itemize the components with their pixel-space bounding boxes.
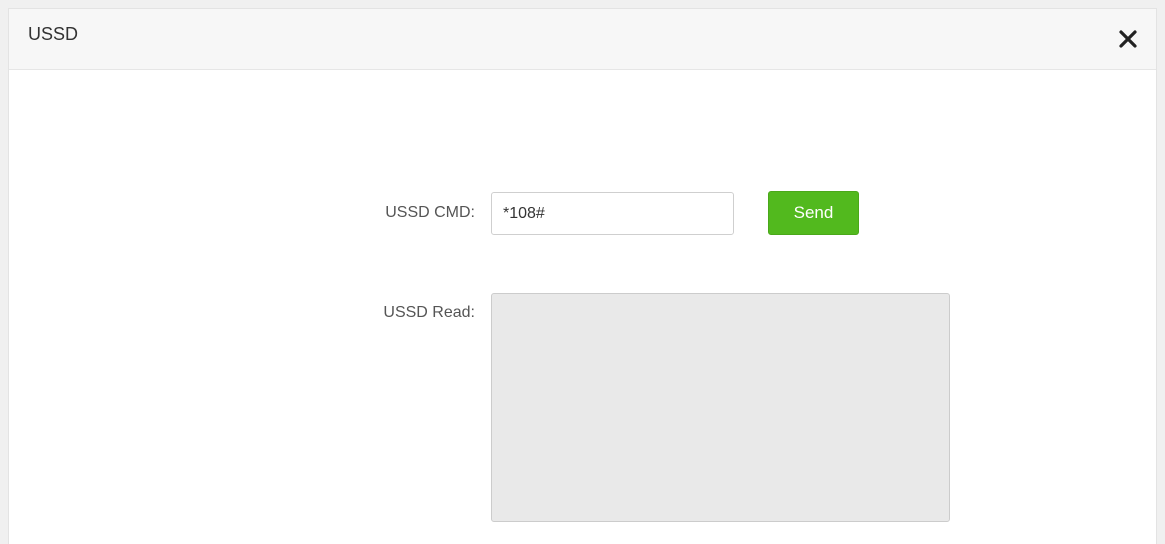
ussd-cmd-input[interactable] [491,192,734,235]
dialog-header: USSD [9,9,1156,70]
ussd-read-field[interactable] [491,293,950,522]
send-button[interactable]: Send [768,191,859,235]
dialog-title: USSD [28,24,79,44]
close-icon [1119,30,1137,48]
close-button[interactable] [1114,25,1142,53]
ussd-dialog: USSD USSD CMD: Send USSD Read: [8,8,1157,544]
ussd-cmd-label: USSD CMD: [385,204,475,221]
ussd-read-label: USSD Read: [383,304,475,321]
